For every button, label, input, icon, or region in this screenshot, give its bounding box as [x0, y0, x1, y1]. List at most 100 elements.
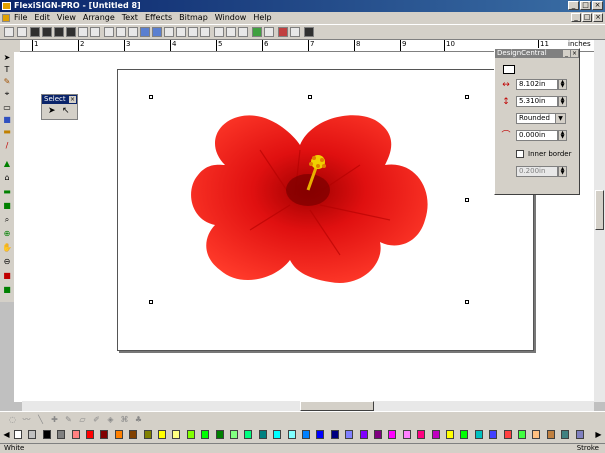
selection-handle[interactable] — [465, 198, 469, 202]
distort-tool-icon[interactable]: ▬ — [2, 188, 12, 196]
menu-help[interactable]: Help — [253, 13, 271, 22]
inner-border-field[interactable]: 0.200in — [516, 166, 558, 177]
pen-tool-icon[interactable]: ✎ — [2, 78, 12, 86]
chevron-down-icon[interactable]: ▼ — [555, 114, 565, 123]
doc-minimize-icon[interactable]: _ — [571, 13, 581, 22]
layout-icon[interactable] — [214, 27, 224, 37]
corner-radius-field[interactable]: 0.000in — [516, 130, 558, 141]
corner-radius-spinner[interactable]: ▲ ▼ — [558, 130, 567, 141]
width-spinner[interactable]: ▲ ▼ — [558, 79, 567, 90]
select-panel-header[interactable]: Select × — [42, 95, 77, 104]
menu-file[interactable]: File — [14, 13, 27, 22]
lasso-icon[interactable]: ◌ — [8, 415, 17, 424]
ellipse-tool-icon[interactable]: ■ — [2, 116, 12, 124]
design-central-header[interactable]: DesignCentral _ × — [495, 49, 579, 58]
color-swatch[interactable] — [273, 430, 282, 439]
color-swatch[interactable] — [86, 430, 94, 439]
text-tool-icon[interactable]: T — [2, 66, 12, 74]
horizontal-scroll-thumb[interactable] — [300, 401, 374, 411]
zoom-fit-icon[interactable] — [290, 27, 300, 37]
palette-left-icon[interactable]: ◀ — [2, 430, 11, 439]
vertical-scroll-thumb[interactable] — [595, 190, 604, 230]
color-swatch[interactable] — [359, 430, 368, 439]
print-icon[interactable] — [78, 27, 88, 37]
width-field[interactable]: 8.102in — [516, 79, 558, 90]
color-swatch[interactable] — [258, 430, 267, 439]
height-spinner[interactable]: ▲ ▼ — [558, 96, 567, 107]
inner-border-checkbox[interactable] — [516, 150, 524, 158]
eraser-icon[interactable]: ▱ — [78, 415, 87, 424]
color-swatch[interactable] — [143, 430, 152, 439]
selection-handle[interactable] — [465, 300, 469, 304]
magnify-tool-icon[interactable]: ⊖ — [2, 258, 12, 266]
color-swatch[interactable] — [215, 430, 224, 439]
arrow-select-icon[interactable]: ➤ — [48, 106, 56, 116]
selection-handle[interactable] — [149, 300, 153, 304]
select-tool-icon[interactable]: ➤ — [2, 54, 12, 62]
corner-style-select[interactable]: Rounded ▼ — [516, 113, 566, 124]
color-swatch[interactable] — [71, 430, 80, 439]
new-icon[interactable] — [4, 27, 14, 37]
node-add-icon[interactable]: ✚ — [50, 415, 59, 424]
selection-handle[interactable] — [149, 95, 153, 99]
close-icon[interactable]: × — [592, 1, 603, 10]
warp-icon[interactable]: ⌘ — [120, 415, 129, 424]
panel-minimize-icon[interactable]: _ — [563, 50, 570, 57]
color-swatch[interactable] — [158, 430, 166, 439]
menu-view[interactable]: View — [57, 13, 76, 22]
color-swatch[interactable] — [345, 430, 354, 439]
hand-tool-icon[interactable]: ✋ — [2, 244, 12, 252]
pen-icon[interactable]: ✎ — [64, 415, 73, 424]
selection-handle[interactable] — [308, 95, 312, 99]
selection-handle[interactable] — [465, 95, 469, 99]
color-swatch[interactable] — [402, 430, 411, 439]
inner-border-spinner[interactable]: ▲ ▼ — [558, 166, 567, 177]
color-swatch[interactable] — [42, 430, 51, 439]
fill-tool-icon[interactable]: ▲ — [2, 160, 12, 168]
table-icon[interactable] — [226, 27, 236, 37]
line-icon[interactable]: ╲ — [36, 415, 45, 424]
contour-tool-icon[interactable]: ⌂ — [2, 174, 12, 182]
color-swatch[interactable] — [316, 430, 325, 439]
color-swatch[interactable] — [518, 430, 526, 439]
color-swatch[interactable] — [489, 430, 498, 439]
color-swatch[interactable] — [503, 430, 512, 439]
clone-icon[interactable]: ◈ — [106, 415, 115, 424]
color-swatch[interactable] — [244, 430, 253, 439]
output-icon[interactable] — [304, 27, 314, 37]
select-panel-close-icon[interactable]: × — [69, 96, 76, 103]
color-swatch[interactable] — [28, 430, 37, 439]
menu-arrange[interactable]: Arrange — [83, 13, 115, 22]
doc-close-icon[interactable]: × — [593, 13, 603, 22]
open-icon[interactable] — [17, 27, 27, 37]
minimize-icon[interactable]: _ — [568, 1, 579, 10]
zoom-in-tool-icon[interactable]: ⊕ — [2, 230, 12, 238]
align-icon[interactable] — [164, 27, 174, 37]
export-icon[interactable] — [66, 27, 76, 37]
palette-right-icon[interactable]: ▶ — [594, 430, 603, 439]
save-as-icon[interactable] — [42, 27, 52, 37]
node-select-icon[interactable]: ↖ — [62, 106, 70, 116]
cut-prep-icon[interactable] — [90, 27, 100, 37]
menu-edit[interactable]: Edit — [34, 13, 50, 22]
maximize-icon[interactable]: □ — [580, 1, 591, 10]
cut-icon[interactable] — [104, 27, 114, 37]
color-tool-icon[interactable]: ■ — [2, 272, 12, 280]
copy-icon[interactable] — [116, 27, 126, 37]
zoom-tool-icon[interactable]: ⌕ — [2, 216, 12, 224]
doc-restore-icon[interactable]: □ — [582, 13, 592, 22]
color-swatch[interactable] — [546, 430, 555, 439]
color-swatch[interactable] — [230, 430, 238, 439]
color-swatch[interactable] — [287, 430, 296, 439]
color-swatch[interactable] — [417, 430, 426, 439]
redo-icon[interactable] — [152, 27, 162, 37]
check-icon[interactable] — [200, 27, 210, 37]
grid-icon[interactable] — [188, 27, 198, 37]
weld-icon[interactable]: ♣ — [134, 415, 143, 424]
freehand-icon[interactable]: 〰 — [22, 415, 31, 424]
distribute-icon[interactable] — [176, 27, 186, 37]
menu-effects[interactable]: Effects — [145, 13, 172, 22]
color-swatch[interactable] — [14, 430, 22, 439]
undo-icon[interactable] — [140, 27, 150, 37]
transform-tool-icon[interactable]: ■ — [2, 202, 12, 210]
